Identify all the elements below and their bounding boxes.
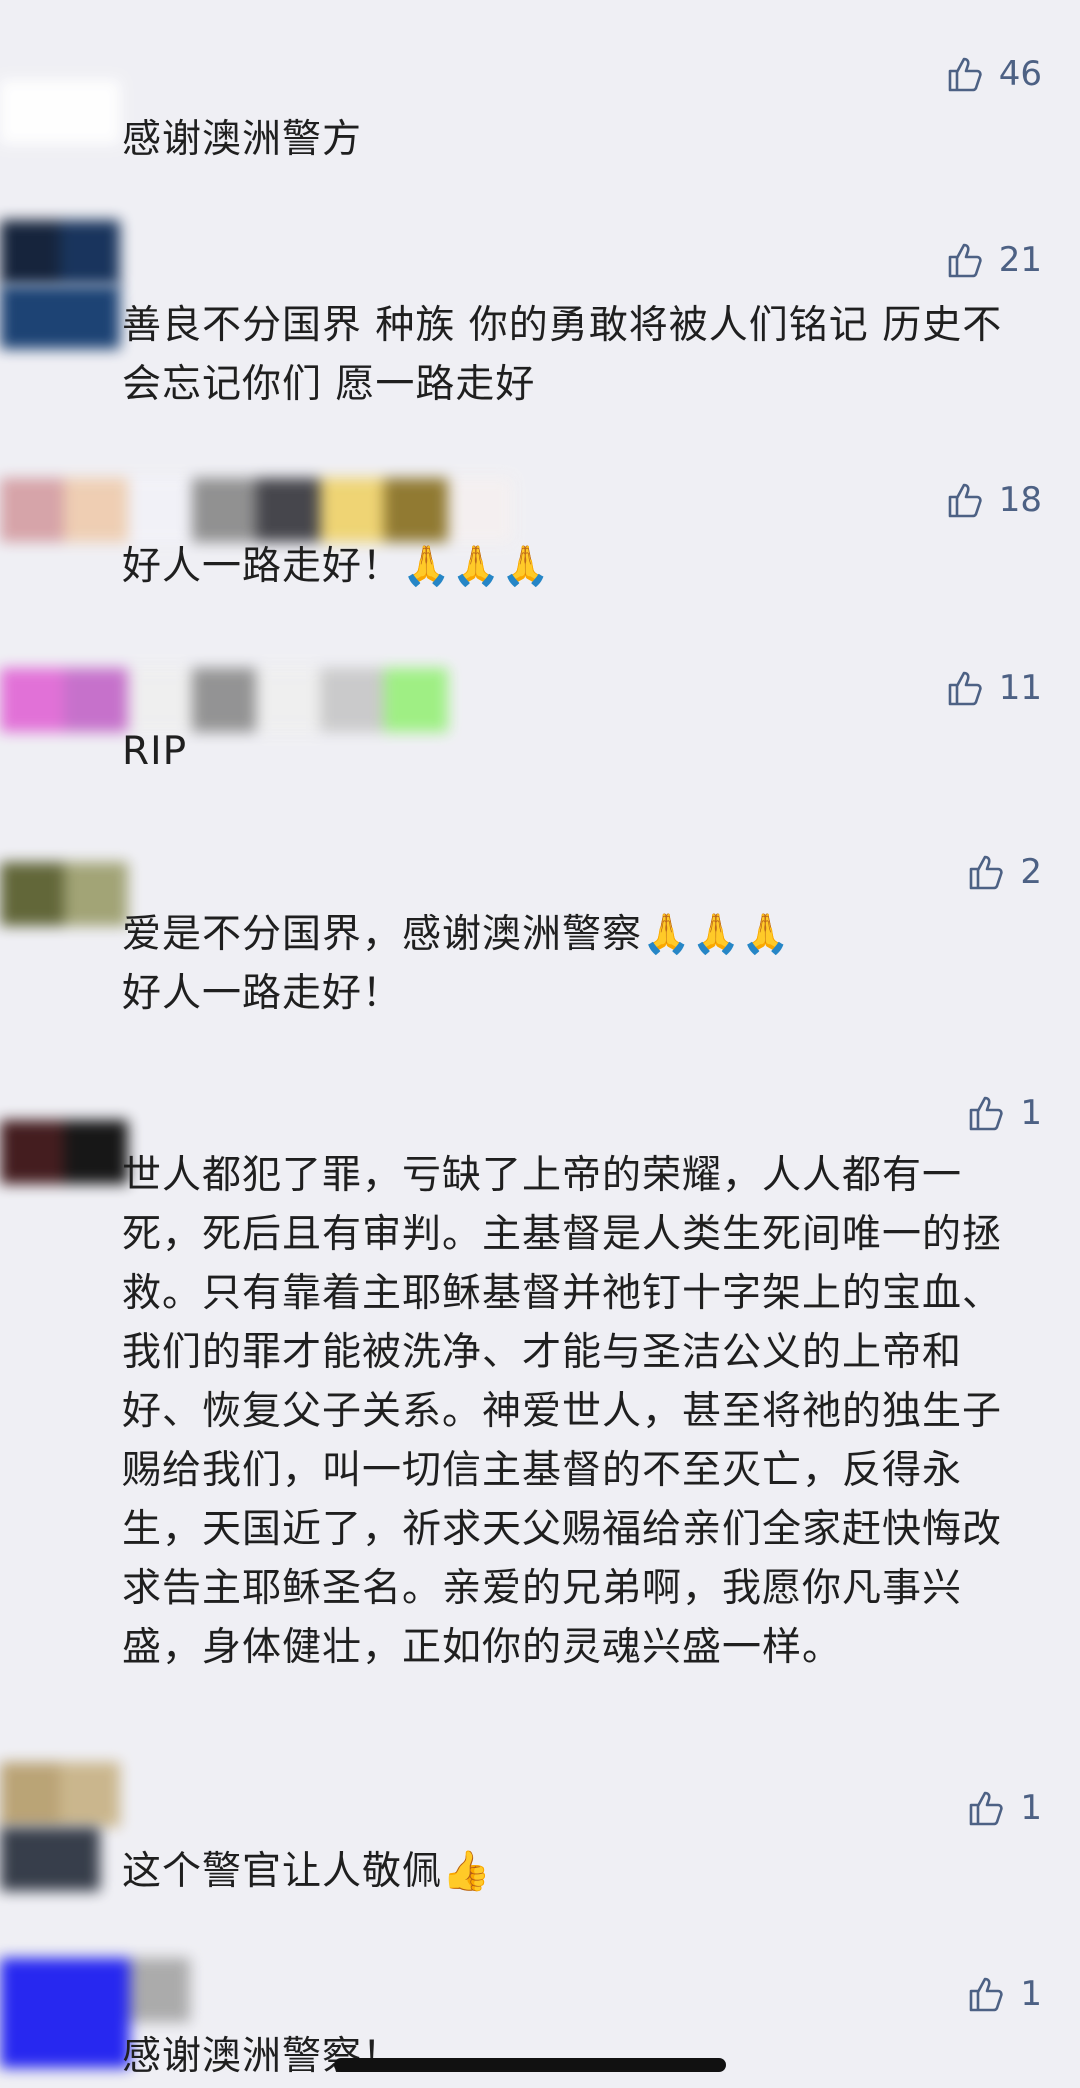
comment-text: RIP <box>122 729 188 774</box>
like-count: 1 <box>1020 1093 1042 1133</box>
thumbs-up-icon <box>948 243 982 278</box>
comment-text: 感谢澳洲警方 <box>122 117 363 162</box>
like-button[interactable]: 1 <box>966 1093 1042 1133</box>
like-count: 2 <box>1020 852 1042 892</box>
home-indicator[interactable] <box>334 2058 726 2072</box>
comment-text: 世人都犯了罪，亏缺了上帝的荣耀，人人都有一死，死后且有审判。主基督是人类生死间唯… <box>122 1153 1003 1670</box>
thumbs-up-icon <box>970 1977 1004 2012</box>
like-count: 46 <box>998 54 1042 94</box>
thumbs-up-icon <box>970 1096 1004 1131</box>
avatar-lower <box>0 285 120 349</box>
like-button[interactable]: 46 <box>945 54 1042 94</box>
like-count: 18 <box>998 480 1042 520</box>
like-button[interactable]: 1 <box>966 1788 1042 1828</box>
like-count: 1 <box>1020 1974 1042 2014</box>
avatar[interactable] <box>0 1120 128 1184</box>
like-count: 1 <box>1020 1788 1042 1828</box>
comment-text: 这个警官让人敬佩👍 <box>122 1849 492 1894</box>
like-button[interactable]: 1 <box>966 1974 1042 2014</box>
avatar-lower <box>0 1827 100 1891</box>
thumbs-up-icon <box>970 855 1004 890</box>
comment-text: 爱是不分国界，感谢澳洲警察🙏🙏🙏 好人一路走好！ <box>122 912 791 1016</box>
comment-text: 好人一路走好！🙏🙏🙏 <box>122 544 551 589</box>
like-button[interactable]: 21 <box>945 240 1042 280</box>
like-button[interactable]: 2 <box>966 852 1042 892</box>
like-button[interactable]: 18 <box>945 480 1042 520</box>
thumbs-up-icon <box>948 57 982 92</box>
like-count: 21 <box>998 240 1042 280</box>
thumbs-up-icon <box>970 1791 1004 1826</box>
like-button[interactable]: 11 <box>945 668 1042 708</box>
comment-text: 感谢澳洲警察！ <box>122 2034 403 2079</box>
like-count: 11 <box>998 668 1042 708</box>
thumbs-up-icon <box>948 671 982 706</box>
avatar[interactable] <box>0 80 120 144</box>
thumbs-up-icon <box>948 483 982 518</box>
avatar[interactable] <box>0 862 128 926</box>
comment-text: 善良不分国界 种族 你的勇敢将被人们铭记 历史不会忘记你们 愿一路走好 <box>122 303 1003 407</box>
avatar[interactable] <box>0 478 512 542</box>
